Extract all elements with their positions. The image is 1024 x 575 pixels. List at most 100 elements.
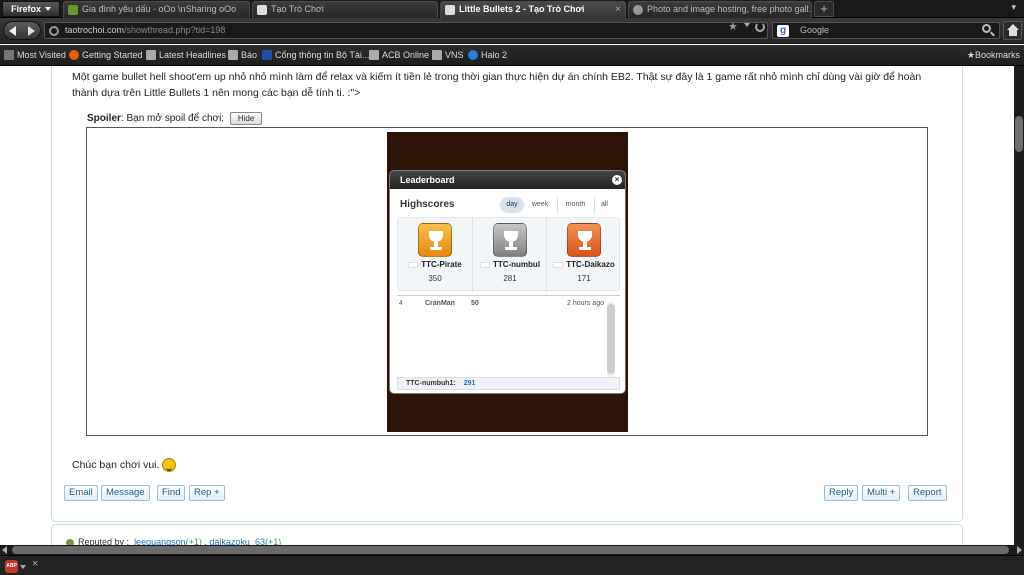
player-name: CranMan bbox=[425, 300, 455, 307]
bookmark-label: Cổng thông tin Bộ Tài... bbox=[275, 50, 370, 60]
close-tab-icon[interactable]: × bbox=[615, 2, 621, 17]
bookmarks-menu[interactable]: ★Bookmarks bbox=[967, 50, 1020, 61]
url-host: taotrochoi.com bbox=[65, 25, 125, 35]
forward-arrow-icon[interactable] bbox=[28, 26, 35, 36]
google-icon[interactable]: g bbox=[777, 25, 789, 37]
horizontal-scrollbar[interactable] bbox=[0, 545, 1024, 555]
filter-month[interactable]: month bbox=[557, 197, 593, 213]
multi-quote-button[interactable]: Multi + bbox=[862, 485, 901, 501]
leaderboard-title: Leaderboard bbox=[400, 175, 455, 185]
bookmark-bao[interactable]: Báo bbox=[228, 50, 257, 60]
bookmark-label: Getting Started bbox=[82, 50, 143, 60]
bookmark-star-icon[interactable]: ★ bbox=[728, 20, 738, 33]
page-icon bbox=[369, 50, 379, 60]
report-button[interactable]: Report bbox=[908, 485, 947, 501]
firefox-icon bbox=[69, 50, 79, 60]
history-dropdown-icon[interactable] bbox=[744, 23, 750, 27]
flag-icon bbox=[553, 261, 564, 268]
bookmark-acb-online[interactable]: ACB Online bbox=[369, 50, 429, 60]
tab-list-icon[interactable]: ▾ bbox=[1011, 2, 1016, 13]
reputation-line: Reputed by : leequangson(+1) , daikazoku… bbox=[66, 537, 281, 545]
reply-button[interactable]: Reply bbox=[824, 485, 859, 501]
podium-score: 350 bbox=[428, 274, 442, 283]
spoiler-content: Leaderboard × Highscores day week month … bbox=[86, 127, 928, 436]
my-score-bar: TTC-numbuh1: 291 bbox=[397, 377, 620, 390]
podium-name: TTC-Pirate bbox=[398, 260, 472, 269]
grin-smiley-icon bbox=[162, 458, 177, 472]
tab-gia-dinh[interactable]: Gia đình yêu dấu - oOo \nSharing oOo bbox=[63, 1, 250, 18]
rep-plus-button[interactable]: Rep + bbox=[189, 485, 225, 501]
scroll-thumb[interactable] bbox=[12, 546, 1009, 554]
bookmark-most-visited[interactable]: Most Visited bbox=[4, 50, 66, 60]
chevron-down-icon[interactable] bbox=[20, 565, 26, 569]
tab-label: Little Bullets 2 - Tạo Trò Chơi bbox=[459, 4, 585, 14]
filter-week[interactable]: week bbox=[527, 197, 553, 213]
reputed-label: Reputed by : bbox=[78, 537, 130, 545]
flag-icon bbox=[479, 261, 490, 268]
hide-spoiler-button[interactable]: Hide bbox=[229, 112, 263, 125]
home-button[interactable] bbox=[1003, 21, 1022, 40]
bookmark-vns[interactable]: VNS bbox=[432, 50, 464, 60]
adblock-icon[interactable]: ABP bbox=[5, 560, 18, 573]
search-bar[interactable]: g Google bbox=[772, 22, 1000, 39]
reputation-box: Reputed by : leequangson(+1) , daikazoku… bbox=[51, 524, 963, 545]
tab-tao-tro-choi[interactable]: Tạo Trò Chơi bbox=[252, 1, 438, 18]
back-arrow-icon[interactable] bbox=[9, 26, 16, 36]
reputation-user-link[interactable]: daikazoku_63 bbox=[209, 537, 265, 545]
player-name: TTC-Pirate bbox=[421, 260, 462, 269]
email-button[interactable]: Email bbox=[64, 485, 98, 501]
site-identity-icon[interactable] bbox=[49, 26, 59, 36]
chevron-down-icon bbox=[45, 7, 51, 11]
player-score: 50 bbox=[471, 300, 479, 307]
rss-folder-icon bbox=[146, 50, 156, 60]
silver-trophy-icon bbox=[493, 223, 527, 257]
new-tab-button[interactable]: + bbox=[814, 1, 834, 17]
reload-icon[interactable] bbox=[755, 22, 765, 32]
tab-photo-hosting[interactable]: Photo and image hosting, free photo gall… bbox=[628, 1, 812, 18]
time-filter-tabs: day week month all bbox=[500, 197, 620, 213]
bookmarks-bar: Most Visited Getting Started Latest Head… bbox=[0, 45, 1024, 66]
scroll-left-icon[interactable] bbox=[2, 546, 7, 554]
podium-name: TTC-Daikazo bbox=[547, 260, 621, 269]
firefox-menu-button[interactable]: Firefox bbox=[2, 1, 60, 17]
bookmark-latest-headlines[interactable]: Latest Headlines bbox=[146, 50, 226, 60]
favicon-icon bbox=[68, 5, 78, 15]
bookmark-cong-thong-tin[interactable]: Cổng thông tin Bộ Tài... bbox=[262, 50, 369, 60]
page-viewport: Một game bullet hell shoot'em up nhỏ nhỏ… bbox=[0, 66, 1014, 545]
leaderboard-header: Leaderboard × bbox=[390, 171, 625, 189]
message-button[interactable]: Message bbox=[101, 485, 150, 501]
closing-line: Chúc bạn chơi vui. bbox=[72, 458, 177, 472]
url-bar[interactable]: taotrochoi.com/showthread.php?tid=198 bbox=[44, 22, 768, 39]
bronze-trophy-icon bbox=[567, 223, 601, 257]
close-icon[interactable]: × bbox=[32, 558, 38, 570]
score-list: 4 CranMan 50 2 hours ago bbox=[397, 295, 620, 378]
bookmark-getting-started[interactable]: Getting Started bbox=[69, 50, 143, 60]
close-icon[interactable]: × bbox=[612, 175, 622, 185]
forum-post: Một game bullet hell shoot'em up nhỏ nhỏ… bbox=[51, 66, 963, 522]
bookmark-halo-2[interactable]: Halo 2 bbox=[468, 50, 507, 60]
rank: 4 bbox=[399, 300, 403, 307]
reputation-points: (+1) bbox=[185, 537, 202, 545]
filter-day[interactable]: day bbox=[500, 197, 524, 213]
tab-label: Tạo Trò Chơi bbox=[271, 4, 324, 14]
scroll-thumb[interactable] bbox=[1015, 116, 1023, 152]
scroll-right-icon[interactable] bbox=[1017, 546, 1022, 554]
podium: TTC-Pirate 350 TTC-numbul 281 TTC-Daikaz… bbox=[397, 217, 621, 292]
list-scrollbar[interactable] bbox=[607, 302, 615, 378]
search-icon[interactable] bbox=[982, 24, 991, 33]
gold-trophy-icon bbox=[418, 223, 452, 257]
score-time: 2 hours ago bbox=[567, 300, 604, 307]
vertical-scrollbar[interactable] bbox=[1014, 66, 1024, 545]
filter-all[interactable]: all bbox=[594, 197, 614, 213]
scroll-thumb[interactable] bbox=[607, 304, 615, 374]
find-button[interactable]: Find bbox=[157, 485, 186, 501]
tab-little-bullets[interactable]: Little Bullets 2 - Tạo Trò Chơi × bbox=[440, 1, 626, 18]
my-name: TTC-numbuh1: bbox=[406, 380, 456, 387]
firefox-menu-label: Firefox bbox=[11, 4, 42, 14]
closing-text: Chúc bạn chơi vui. bbox=[72, 458, 160, 471]
back-forward-group bbox=[3, 21, 41, 40]
page-icon bbox=[445, 5, 455, 15]
reputation-user-link[interactable]: leequangson bbox=[134, 537, 186, 545]
game-embed[interactable]: Leaderboard × Highscores day week month … bbox=[387, 132, 628, 432]
reputation-points: (+1) bbox=[264, 537, 282, 545]
